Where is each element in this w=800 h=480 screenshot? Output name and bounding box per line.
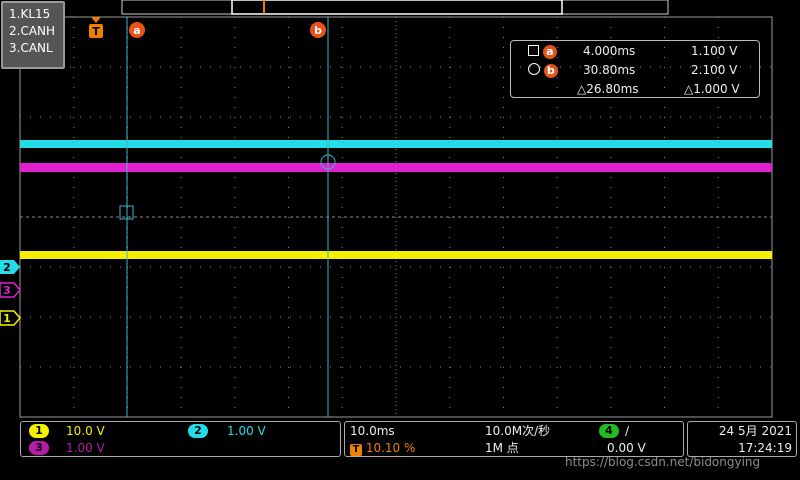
channel-scale-panel[interactable]: 1 10.0 V 2 1.00 V 3 1.00 V (20, 421, 341, 457)
cursor-readout-panel[interactable]: a 4.000ms 1.100 V b 30.80ms 2.100 V △26.… (510, 40, 760, 98)
ch2-chip[interactable]: 2 (188, 424, 208, 438)
ch3-waveform (20, 163, 772, 172)
ch4-chip[interactable]: 4 (599, 424, 619, 438)
legend-item-ch2: 2.CANH (9, 24, 56, 38)
ch2-ground-marker[interactable]: 2 (0, 260, 20, 274)
memory-window-bar (121, 0, 669, 15)
trigger-edge-icon: ∕ (625, 424, 630, 438)
ch1-waveform (20, 251, 772, 259)
cursor-b-readout-badge: b (543, 64, 558, 78)
memory-view-window (231, 0, 563, 15)
trigger-position-row: T 10.10 % (350, 441, 415, 456)
ch3-marker-label: 3 (3, 284, 11, 297)
trigger-marker-label: T (92, 25, 100, 38)
cursor-a-badge-label: a (133, 24, 140, 37)
ch1-chip[interactable]: 1 (29, 424, 49, 438)
trigger-icon: T (350, 444, 362, 456)
sample-rate: 10.0M次/秒 (485, 424, 551, 438)
ch2-scale: 1.00 V (227, 424, 266, 438)
time: 17:24:19 (738, 441, 792, 455)
channel-legend: 1.KL15 2.CANH 3.CANL (1, 1, 65, 69)
watermark: https://blog.csdn.net/bidongying (565, 455, 761, 469)
delta-time: △26.80ms (577, 82, 639, 96)
datetime-panel: 24 5月 2021 17:24:19 (687, 421, 797, 457)
date: 24 5月 2021 (718, 424, 792, 438)
cursor-b-row: b (528, 61, 558, 79)
ch1-marker-label: 1 (3, 312, 11, 325)
cursor-a-volt: 1.100 V (691, 44, 738, 58)
delta-volt: △1.000 V (684, 82, 740, 96)
cursor-a-readout-badge: a (542, 45, 557, 59)
ch2-waveform (20, 140, 772, 148)
timebase-value: 10.0ms (350, 424, 395, 438)
cursor-a-row: a (528, 42, 557, 60)
cursor-a-time: 4.000ms (583, 44, 636, 58)
circle-icon (528, 63, 540, 75)
trigger-position: 10.10 % (365, 441, 416, 455)
ch2-marker-label: 2 (3, 261, 11, 274)
ch3-scale: 1.00 V (66, 441, 105, 455)
cursor-b-volt: 2.100 V (691, 63, 738, 77)
ch1-ground-marker[interactable]: 1 (0, 310, 21, 326)
cursor-b-badge-label: b (314, 24, 322, 37)
timebase-panel[interactable]: 10.0ms 10.0M次/秒 T 10.10 % 1M 点 4 ∕ 0.00 … (344, 421, 684, 457)
memory-depth: 1M 点 (485, 441, 519, 455)
legend-item-ch1: 1.KL15 (9, 7, 51, 21)
ch1-scale: 10.0 V (66, 424, 105, 438)
square-icon (528, 45, 539, 56)
trigger-level: 0.00 V (607, 441, 646, 455)
legend-item-ch3: 3.CANL (9, 41, 53, 55)
ch3-ground-marker[interactable]: 3 (0, 282, 21, 298)
ch3-chip[interactable]: 3 (29, 441, 49, 455)
cursor-b-time: 30.80ms (583, 63, 636, 77)
